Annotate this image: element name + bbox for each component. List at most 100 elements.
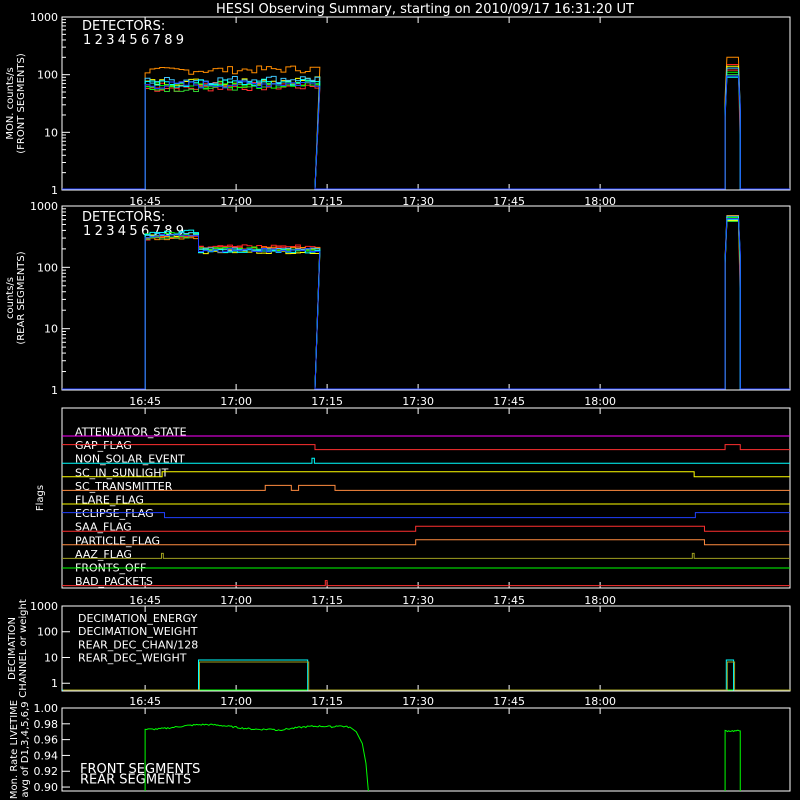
rear-panel-series-det-6	[62, 216, 790, 390]
decimation-panel-xtick-label: 17:15	[311, 695, 343, 708]
decimation-panel-xtick-label: 18:00	[584, 695, 616, 708]
front-panel-legend-det-6: 6	[141, 33, 149, 48]
front-panel-legend-det-4: 4	[118, 33, 126, 48]
front-panel-ytick-label: 10	[44, 126, 58, 139]
rear-panel-series-det-7	[62, 215, 790, 390]
flags-panel-xtick-label: 17:00	[220, 594, 252, 607]
front-panel-legend-det-9: 9	[176, 33, 184, 48]
decimation-legend-0: DECIMATION_ENERGY	[78, 612, 198, 625]
flag-line-eclipse_flag	[62, 512, 790, 519]
flag-label-sc_transmitter: SC_TRANSMITTER	[75, 480, 173, 493]
decimation-panel-xtick-label: 16:45	[129, 695, 161, 708]
rear-panel-series-det-3	[62, 215, 790, 390]
rear-panel-series-det-8	[62, 219, 790, 390]
flag-line-aaz_flag	[62, 552, 790, 559]
front-panel-series-det-2	[62, 64, 790, 190]
front-panel-legend-det-2: 2	[95, 33, 103, 48]
flag-line-bad_packets	[62, 580, 790, 587]
decimation-ytick-label: 1000	[30, 600, 58, 613]
flag-line-particle_flag	[62, 539, 790, 546]
front-panel-series-det-8	[62, 76, 790, 190]
livetime-ytick-label: 0.96	[34, 734, 59, 747]
rear-panel-legend-det-5: 5	[129, 224, 137, 239]
rear-panel-ytick-label: 1000	[30, 200, 58, 213]
flags-panel-xtick-label: 17:45	[493, 594, 525, 607]
front-panel-legend-det-1: 1	[83, 33, 91, 48]
livetime-legend-1: REAR SEGMENTS	[80, 773, 191, 788]
front-panel-series-det-9	[62, 75, 790, 190]
rear-panel-legend-det-1: 1	[83, 224, 91, 239]
decimation-legend-1: DECIMATION_WEIGHT	[78, 625, 198, 638]
flag-line-gap_flag	[62, 444, 790, 451]
decimation-legend-3: REAR_DEC_WEIGHT	[78, 652, 187, 665]
rear-panel-ytick-label: 100	[37, 261, 58, 274]
rear-panel-legend-title: DETECTORS:	[82, 210, 165, 225]
rear-panel-xtick-label: 17:00	[220, 395, 252, 408]
rear-panel-ytick-label: 10	[44, 323, 58, 336]
front-panel-legend-det-3: 3	[106, 33, 114, 48]
front-panel-series-det-3	[62, 56, 790, 190]
flags-ylabel: Flags	[35, 485, 46, 511]
flags-panel-xtick-label: 16:45	[129, 594, 161, 607]
flag-label-bad_packets: BAD_PACKETS	[75, 575, 153, 588]
livetime-ylabel-line: avg of D1,3,4,5,6,9	[20, 701, 31, 797]
livetime-ytick-label: 0.90	[34, 781, 59, 794]
flag-label-flare_flag: FLARE_FLAG	[75, 494, 144, 507]
decimation-ylabel: DECIMATION CHANNEL or weight	[7, 599, 29, 698]
decimation-ylabel-line: CHANNEL or weight	[18, 599, 29, 698]
decimation-panel-xtick-label: 17:45	[493, 695, 525, 708]
flag-label-saa_flag: SAA_FLAG	[75, 521, 132, 534]
livetime-front-window2	[724, 729, 741, 791]
livetime-ylabel: Mon. Rate LIVETIME avg of D1,3,4,5,6,9	[9, 700, 31, 799]
rear-panel-ylabel-line: (REAR SEGMENTS)	[16, 251, 27, 344]
front-panel-legend-title: DETECTORS:	[82, 19, 165, 34]
flag-label-gap_flag: GAP_FLAG	[75, 439, 132, 452]
front-panel-ytick-label: 1000	[30, 11, 58, 24]
rear-panel-legend-det-2: 2	[95, 224, 103, 239]
flag-line-sc_in_sunlight	[62, 471, 790, 478]
flag-label-non_solar_event: NON_SOLAR_EVENT	[75, 453, 185, 466]
front-panel-legend-det-7: 7	[153, 33, 161, 48]
livetime-ytick-label: 0.94	[34, 749, 59, 762]
decimation-legend-2: REAR_DEC_CHAN/128	[78, 638, 198, 651]
flags-ylabel-line: Flags	[35, 485, 46, 511]
rear-dec-weight-line	[63, 661, 791, 691]
decimation-ytick-label: 100	[37, 626, 58, 639]
rear-panel-ytick-label: 1	[51, 384, 58, 397]
summary-plots: HESSI Observing Summary, starting on 201…	[5, 2, 791, 799]
flag-label-eclipse_flag: ECLIPSE_FLAG	[75, 507, 154, 520]
decimation-panel-xtick-label: 17:30	[402, 695, 434, 708]
decimation-ylabel-line: DECIMATION	[7, 617, 18, 680]
front-panel-ytick-label: 100	[37, 69, 58, 82]
decimation-ytick-label: 10	[44, 651, 58, 664]
rear-panel-series-det-4	[62, 220, 790, 390]
rear-panel-ylabel-line: counts/s	[5, 277, 16, 319]
rear-panel-series-det-9	[62, 218, 790, 390]
rear-panel-xtick-label: 17:30	[402, 395, 434, 408]
front-panel-ytick-label: 1	[51, 184, 58, 197]
flag-line-saa_flag	[62, 525, 790, 532]
rear-panel-series-det-2	[62, 218, 790, 390]
flag-label-aaz_flag: AAZ_FLAG	[75, 548, 132, 561]
flags-panel-xtick-label: 18:00	[584, 594, 616, 607]
rear-panel-series-det-1	[62, 219, 790, 390]
rear-panel-legend-det-3: 3	[106, 224, 114, 239]
rear-panel-xtick-label: 17:15	[311, 395, 343, 408]
front-panel-legend-det-8: 8	[164, 33, 172, 48]
rear-panel-xtick-label: 18:00	[584, 395, 616, 408]
rear-panel-xtick-label: 16:45	[129, 395, 161, 408]
flag-label-sc_in_sunlight: SC_IN_SUNLIGHT	[75, 466, 169, 479]
front-panel-series-det-5	[62, 74, 790, 190]
hessi-summary: HESSI Observing Summary, starting on 201…	[0, 0, 800, 800]
livetime-ytick-label: 0.92	[34, 765, 59, 778]
rear-panel-legend-det-4: 4	[118, 224, 126, 239]
front-panel-series-det-1	[62, 69, 790, 190]
front-panel-ylabel-line: MON. counts/s	[5, 67, 16, 139]
livetime-ytick-label: 0.98	[34, 718, 59, 731]
front-panel-ylabel-line: (FRONT SEGMENTS)	[16, 53, 27, 154]
rear-panel-series-det-5	[62, 220, 790, 390]
livetime-ytick-label: 1.00	[34, 702, 59, 715]
front-panel-ylabel: MON. counts/s (FRONT SEGMENTS)	[5, 53, 27, 154]
page-title: HESSI Observing Summary, starting on 201…	[216, 2, 634, 17]
front-panel-series-det-6	[62, 71, 790, 190]
